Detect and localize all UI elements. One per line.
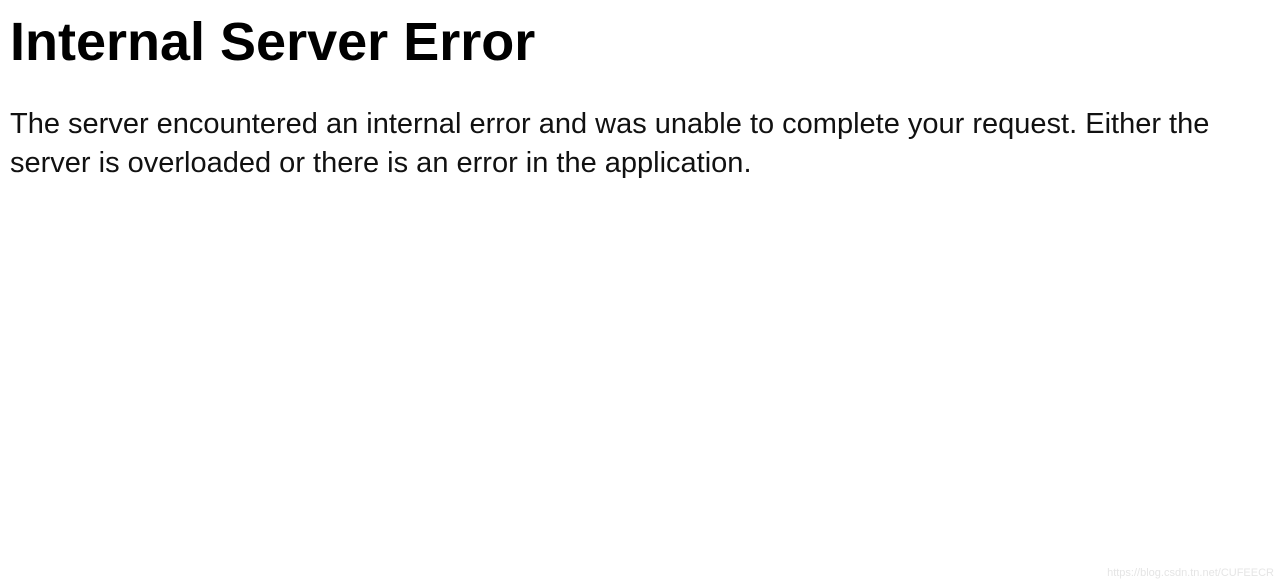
watermark-text: https://blog.csdn.tn.net/CUFEECR bbox=[1107, 567, 1274, 579]
error-heading: Internal Server Error bbox=[10, 10, 1270, 75]
error-message: The server encountered an internal error… bbox=[10, 105, 1270, 183]
error-page: Internal Server Error The server encount… bbox=[0, 10, 1280, 183]
